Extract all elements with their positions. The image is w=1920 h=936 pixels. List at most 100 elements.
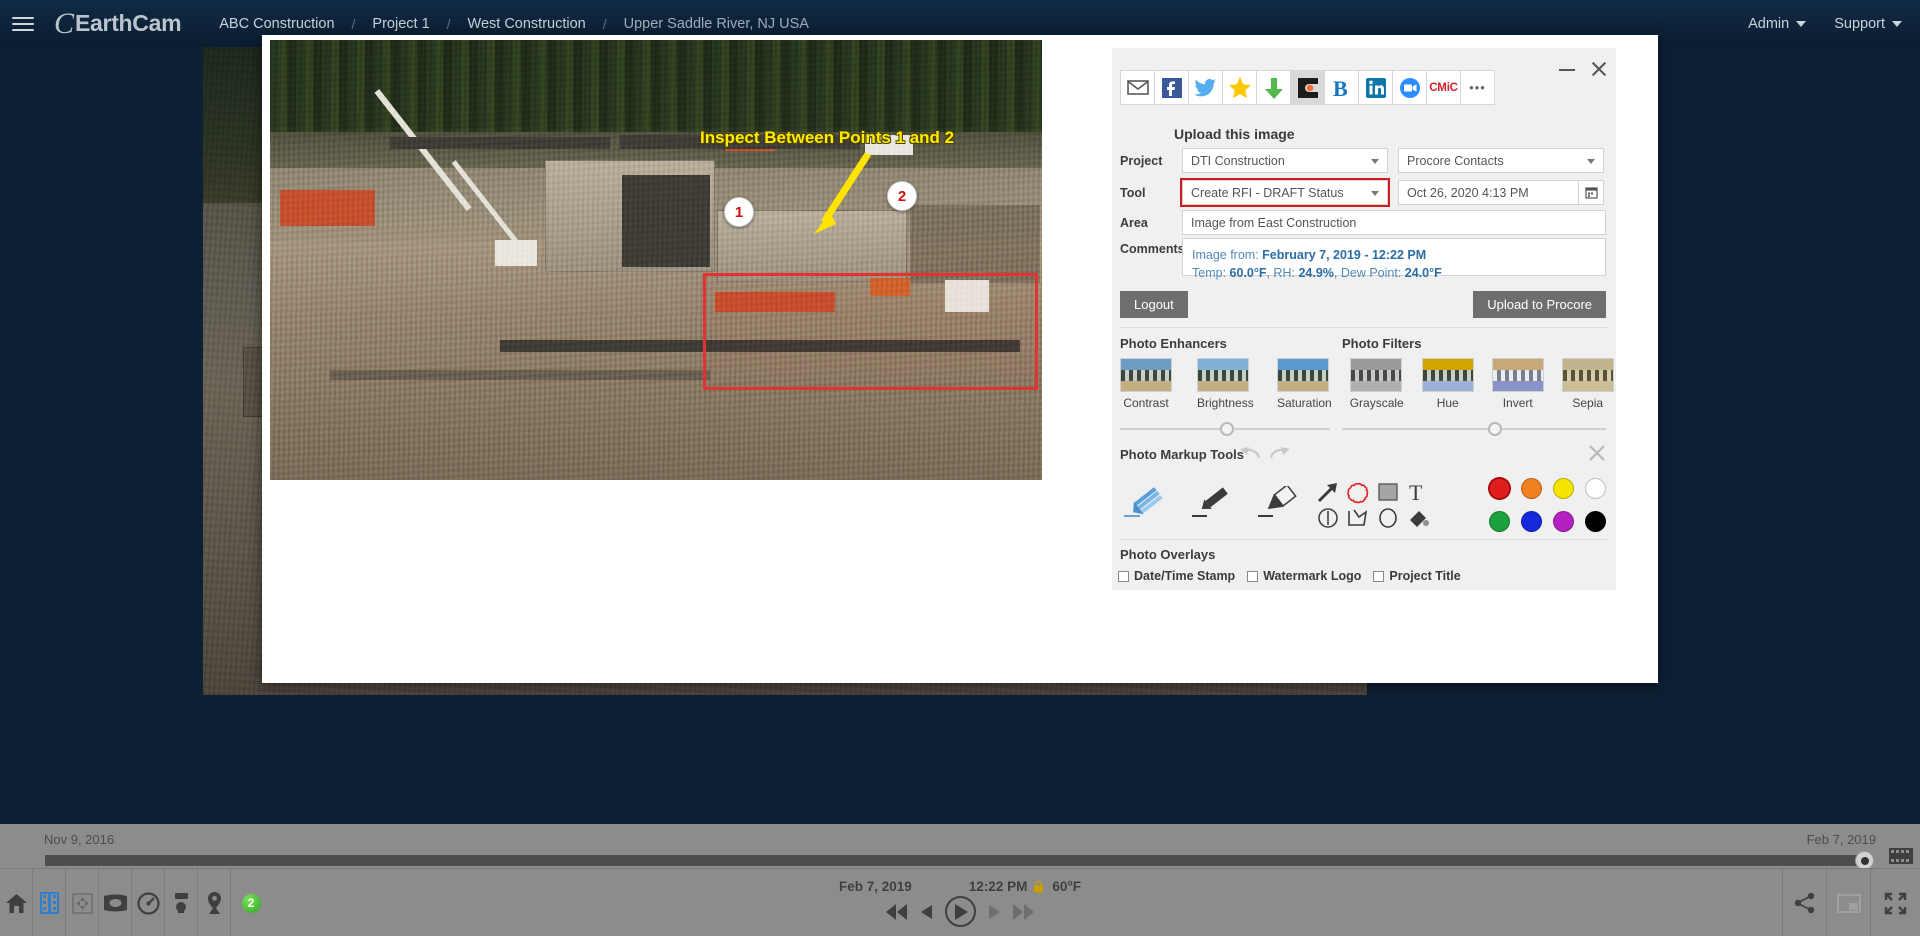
breadcrumb-item-3[interactable]: Upper Saddle River, NJ USA <box>624 16 809 32</box>
redo-icon[interactable] <box>1267 444 1293 462</box>
more-icon[interactable]: ••• <box>1460 70 1495 105</box>
project-select[interactable]: DTI Construction <box>1182 148 1388 173</box>
checkbox-datetime[interactable] <box>1118 571 1129 582</box>
overlay-datetime[interactable]: Date/Time Stamp <box>1118 569 1235 583</box>
fill-icon[interactable] <box>1406 506 1430 530</box>
filter-slider[interactable] <box>1342 421 1606 437</box>
timeline-end-date: Feb 7, 2019 <box>1807 832 1876 847</box>
pan-icon[interactable] <box>66 869 99 936</box>
download-icon[interactable] <box>1256 70 1291 105</box>
color-swatch-black[interactable] <box>1585 511 1606 532</box>
color-swatch-white[interactable] <box>1585 478 1606 499</box>
skip-back-icon[interactable] <box>886 904 908 920</box>
checkbox-watermark[interactable] <box>1247 571 1258 582</box>
playback-buttons-row <box>886 896 1035 927</box>
enhancer-contrast[interactable]: Contrast <box>1120 358 1172 410</box>
calendar-icon[interactable] <box>1579 180 1604 205</box>
color-swatch-red[interactable] <box>1489 478 1510 499</box>
lock-icon <box>1033 880 1044 893</box>
home-icon[interactable] <box>0 869 33 936</box>
highlighter-icon[interactable] <box>1256 486 1302 520</box>
procore-icon[interactable] <box>1290 70 1325 105</box>
twitter-icon[interactable] <box>1188 70 1223 105</box>
star-icon[interactable] <box>1222 70 1257 105</box>
polygon-icon[interactable] <box>1346 506 1370 530</box>
rectangle-icon[interactable] <box>1376 480 1400 504</box>
timeline-track[interactable] <box>45 855 1865 866</box>
annotated-photo[interactable]: Inspect Between Points 1 and 2 1 2 <box>270 40 1042 480</box>
share-icon[interactable] <box>1782 869 1826 936</box>
pencil-icon[interactable] <box>1122 486 1168 520</box>
step-forward-icon[interactable] <box>989 905 1000 919</box>
timelapse-icon[interactable] <box>165 869 198 936</box>
annotation-rectangle[interactable] <box>703 273 1038 390</box>
marker-count-value: 2 <box>241 893 262 914</box>
overlay-watermark[interactable]: Watermark Logo <box>1247 569 1361 583</box>
zoom-icon[interactable] <box>1392 70 1427 105</box>
minimize-icon[interactable] <box>1558 60 1576 78</box>
undo-icon[interactable] <box>1237 444 1263 462</box>
filter-sepia[interactable]: Sepia <box>1562 358 1614 410</box>
email-icon[interactable] <box>1120 70 1155 105</box>
breadcrumb-item-1[interactable]: Project 1 <box>372 16 429 32</box>
hamburger-menu-icon[interactable] <box>12 13 34 35</box>
enhancer-slider[interactable] <box>1120 421 1330 437</box>
annotation-pin-1[interactable]: 1 <box>724 197 754 227</box>
color-swatch-yellow[interactable] <box>1553 478 1574 499</box>
fullscreen-icon[interactable] <box>1870 869 1920 936</box>
color-swatch-orange[interactable] <box>1521 478 1542 499</box>
gauge-icon[interactable] <box>132 869 165 936</box>
filter-saturation[interactable]: Saturation <box>1277 358 1332 410</box>
contacts-select[interactable]: Procore Contacts <box>1398 148 1604 173</box>
play-button[interactable] <box>945 896 976 927</box>
comments-textarea[interactable]: Image from: February 7, 2019 - 12:22 PM … <box>1182 238 1606 276</box>
svg-text:B: B <box>1333 76 1348 100</box>
bluebeam-icon[interactable]: B <box>1324 70 1359 105</box>
project-row: Project DTI Construction Procore Contact… <box>1120 148 1604 173</box>
ellipse-icon[interactable] <box>1376 506 1400 530</box>
color-swatch-purple[interactable] <box>1553 511 1574 532</box>
logout-button[interactable]: Logout <box>1120 291 1188 318</box>
facebook-icon[interactable] <box>1154 70 1189 105</box>
upload-to-procore-button[interactable]: Upload to Procore <box>1473 291 1606 318</box>
filmstrip-icon[interactable] <box>33 869 66 936</box>
filmstrip-timeline-icon[interactable] <box>1888 846 1914 866</box>
marker-count-badge[interactable]: 2 <box>231 869 271 936</box>
enhancer-slider-knob[interactable] <box>1220 422 1234 436</box>
admin-menu[interactable]: Admin <box>1748 16 1806 32</box>
stamp-icon[interactable] <box>1316 506 1340 530</box>
color-swatch-blue[interactable] <box>1521 511 1542 532</box>
location-pin-icon[interactable] <box>198 869 231 936</box>
overlay-projecttitle[interactable]: Project Title <box>1373 569 1460 583</box>
support-menu[interactable]: Support <box>1834 16 1902 32</box>
color-swatch-green[interactable] <box>1489 511 1510 532</box>
filter-hue[interactable]: Hue <box>1422 358 1474 410</box>
text-icon[interactable]: T <box>1406 480 1430 504</box>
cmic-icon[interactable]: CMiC <box>1426 70 1461 105</box>
pip-icon[interactable] <box>1826 869 1870 936</box>
more-label: ••• <box>1469 85 1486 91</box>
close-markup-icon[interactable] <box>1588 444 1606 462</box>
earthcam-logo[interactable]: C EarthCam <box>54 9 181 39</box>
close-icon[interactable] <box>1590 60 1608 78</box>
step-back-icon[interactable] <box>921 905 932 919</box>
tool-select[interactable]: Create RFI - DRAFT Status <box>1182 180 1388 205</box>
comment-line-1: Image from: February 7, 2019 - 12:22 PM <box>1192 246 1596 264</box>
cloud-icon[interactable] <box>1346 480 1370 504</box>
annotation-pin-2[interactable]: 2 <box>887 181 917 211</box>
filter-grayscale[interactable]: Grayscale <box>1350 358 1404 410</box>
enhancer-brightness[interactable]: Brightness <box>1197 358 1254 410</box>
filter-invert[interactable]: Invert <box>1492 358 1544 410</box>
skip-forward-icon[interactable] <box>1013 904 1035 920</box>
area-input[interactable]: Image from East Construction <box>1182 210 1606 235</box>
date-field[interactable]: Oct 26, 2020 4:13 PM <box>1398 180 1579 205</box>
arrow-icon[interactable] <box>1316 480 1340 504</box>
breadcrumb-item-2[interactable]: West Construction <box>468 16 586 32</box>
pen-icon[interactable] <box>1190 486 1234 520</box>
checkbox-projecttitle[interactable] <box>1373 571 1384 582</box>
bottom-right-icons <box>1782 869 1920 936</box>
panorama-icon[interactable] <box>99 869 132 936</box>
linkedin-icon[interactable] <box>1358 70 1393 105</box>
filter-slider-knob[interactable] <box>1488 422 1502 436</box>
breadcrumb-item-0[interactable]: ABC Construction <box>219 16 334 32</box>
